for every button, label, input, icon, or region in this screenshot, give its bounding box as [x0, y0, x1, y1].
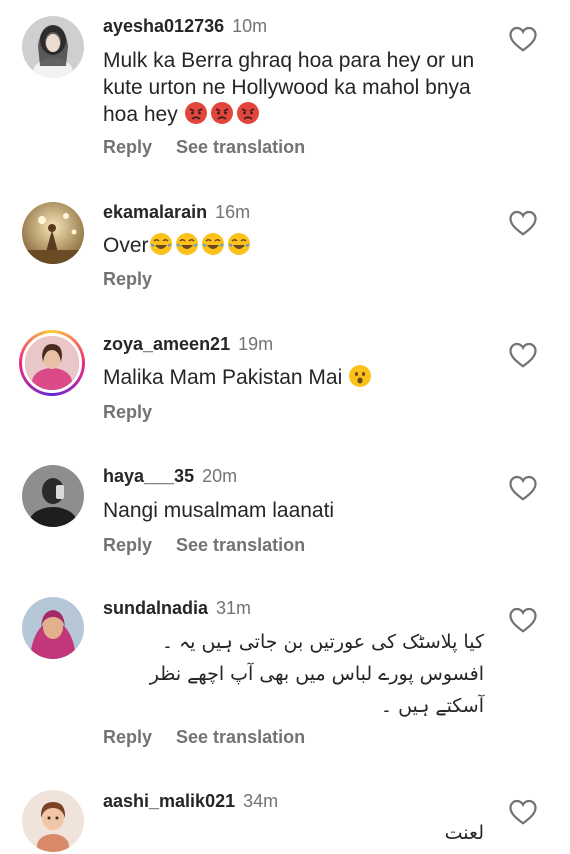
reply-button[interactable]: Reply	[103, 269, 152, 289]
comment-text: Mulk ka Berra ghraq hoa para hey or un k…	[103, 47, 483, 128]
see-translation-button[interactable]: See translation	[176, 535, 305, 555]
comment-body: لعنت	[444, 822, 484, 844]
comment-actions: Reply See translation	[103, 727, 329, 748]
avatar[interactable]	[22, 202, 84, 264]
angry-face-emoji	[184, 101, 208, 125]
comment-body: Nangi musalmam laanati	[103, 499, 335, 522]
avatar[interactable]	[22, 16, 84, 78]
heart-icon[interactable]	[508, 606, 538, 634]
comment-text: کیا پلاسٹک کی عورتیں بن جاتی ہیں یہ ۔ اف…	[104, 626, 484, 722]
comment-body: کیا پلاسٹک کی عورتیں بن جاتی ہیں یہ ۔ اف…	[149, 631, 484, 717]
comment-meta: haya___35 20m	[103, 466, 237, 487]
timestamp: 10m	[232, 16, 268, 36]
comment-text: لعنت	[104, 817, 484, 849]
timestamp: 19m	[238, 334, 274, 354]
comment-meta: ayesha012736 10m	[103, 16, 267, 37]
reply-button[interactable]: Reply	[103, 535, 152, 555]
heart-icon[interactable]	[508, 25, 538, 53]
reply-button[interactable]: Reply	[103, 727, 152, 747]
tears-of-joy-emoji	[201, 232, 225, 256]
tears-of-joy-emoji	[227, 232, 251, 256]
tears-of-joy-emoji	[149, 232, 173, 256]
username[interactable]: haya___35	[103, 466, 194, 486]
username[interactable]: zoya_ameen21	[103, 334, 230, 354]
comment-text: Over	[103, 232, 483, 259]
timestamp: 34m	[243, 791, 279, 811]
avatar-story-ring[interactable]	[19, 330, 85, 396]
avatar[interactable]	[22, 465, 84, 527]
comment-actions: Reply	[103, 269, 176, 290]
heart-icon[interactable]	[508, 798, 538, 826]
comment-body: Malika Mam Pakistan Mai	[103, 366, 343, 389]
username[interactable]: aashi_malik021	[103, 791, 235, 811]
comment-actions: Reply	[103, 402, 176, 423]
heart-icon[interactable]	[508, 474, 538, 502]
avatar[interactable]	[22, 790, 84, 852]
username[interactable]: ayesha012736	[103, 16, 224, 36]
comment-body: Over	[103, 234, 149, 257]
hushed-face-emoji	[348, 364, 372, 388]
angry-face-emoji	[210, 101, 234, 125]
timestamp: 16m	[215, 202, 251, 222]
comment-actions: Reply See translation	[103, 535, 329, 556]
comment-text: Nangi musalmam laanati	[103, 497, 483, 524]
comment-meta: zoya_ameen21 19m	[103, 334, 273, 355]
timestamp: 20m	[202, 466, 238, 486]
reply-button[interactable]: Reply	[103, 402, 152, 422]
username[interactable]: ekamalarain	[103, 202, 207, 222]
avatar	[22, 333, 82, 393]
heart-icon[interactable]	[508, 209, 538, 237]
angry-face-emoji	[236, 101, 260, 125]
comment-meta: sundalnadia 31m	[103, 598, 251, 619]
comment-body: Mulk ka Berra ghraq hoa para hey or un k…	[103, 49, 475, 126]
see-translation-button[interactable]: See translation	[176, 727, 305, 747]
comment-actions: Reply See translation	[103, 137, 329, 158]
avatar[interactable]	[22, 597, 84, 659]
reply-button[interactable]: Reply	[103, 137, 152, 157]
comment-meta: aashi_malik021 34m	[103, 791, 278, 812]
tears-of-joy-emoji	[175, 232, 199, 256]
heart-icon[interactable]	[508, 341, 538, 369]
comment-text: Malika Mam Pakistan Mai	[103, 364, 483, 391]
timestamp: 31m	[216, 598, 252, 618]
see-translation-button[interactable]: See translation	[176, 137, 305, 157]
username[interactable]: sundalnadia	[103, 598, 208, 618]
comment-meta: ekamalarain 16m	[103, 202, 250, 223]
